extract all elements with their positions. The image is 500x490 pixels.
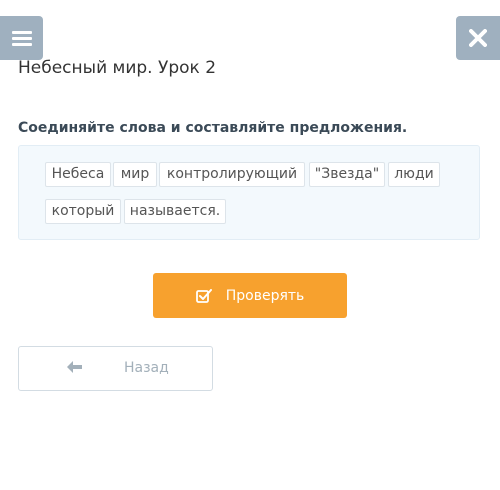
hamburger-icon xyxy=(11,31,32,46)
word-chip[interactable]: называется. xyxy=(124,199,226,224)
word-chip[interactable]: который xyxy=(45,199,121,224)
arrow-left-icon xyxy=(67,361,82,373)
word-chip[interactable]: "Звезда" xyxy=(309,162,385,187)
word-bank: Небеса мир контролирующий "Звезда" люди … xyxy=(18,145,480,240)
check-button-label: Проверять xyxy=(225,287,305,304)
lesson-title: Небесный мир. Урок 2 xyxy=(18,58,217,78)
back-button-label: Назад xyxy=(124,360,169,376)
word-chip[interactable]: Небеса xyxy=(45,162,111,187)
menu-button[interactable] xyxy=(0,16,43,60)
back-button[interactable]: Назад xyxy=(18,346,213,391)
close-icon xyxy=(469,29,487,47)
task-instruction: Соединяйте слова и составляйте предложен… xyxy=(18,120,408,136)
check-button[interactable]: Проверять xyxy=(153,273,347,318)
word-chip[interactable]: люди xyxy=(388,162,440,187)
checkbox-icon xyxy=(195,288,212,303)
word-chip[interactable]: мир xyxy=(113,162,157,187)
word-chip[interactable]: контролирующий xyxy=(159,162,305,187)
close-button[interactable] xyxy=(456,16,500,60)
